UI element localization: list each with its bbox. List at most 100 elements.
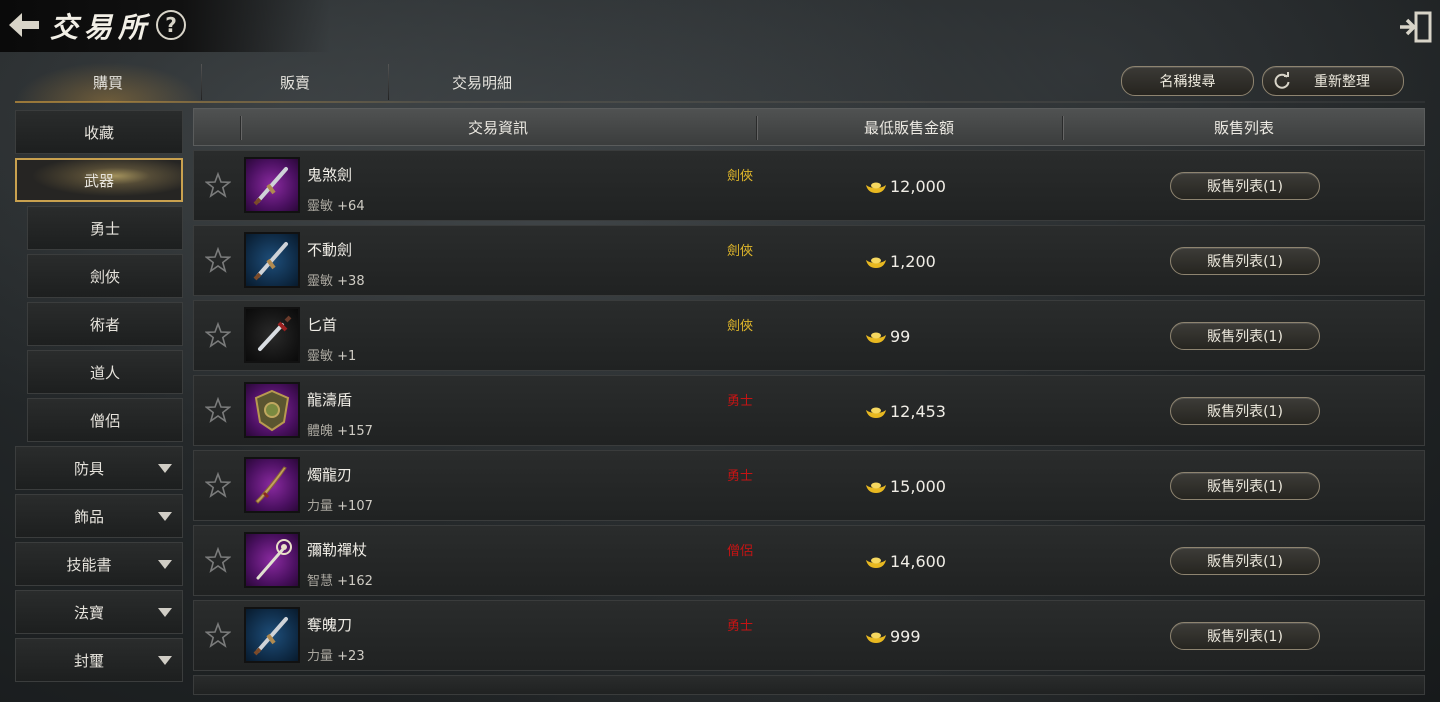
item-stat-label: 靈敏 [307, 349, 334, 364]
header-sale-list: 販售列表 [1213, 118, 1274, 137]
tab-2[interactable]: 交易明細 [389, 62, 575, 102]
refresh-icon [1274, 72, 1290, 89]
table-row[interactable]: 彌勒禪杖 智慧 +162 僧侶 14,600 販售列表(1) [193, 525, 1425, 596]
header-min-price: 最低販售金額 [863, 118, 954, 137]
item-stat-value: +162 [337, 574, 373, 589]
refresh-button[interactable]: 重新整理 [1262, 66, 1404, 96]
back-arrow-icon[interactable] [6, 10, 42, 40]
tab-1[interactable]: 販賣 [202, 62, 388, 102]
sale-list-label: 販售列表(1) [1207, 329, 1283, 345]
min-price-value: 15,000 [890, 477, 946, 496]
sidebar-item-label: 術者 [89, 315, 120, 334]
star-icon[interactable] [205, 472, 231, 498]
sidebar-item-7[interactable]: 防具 [15, 446, 183, 490]
min-price: 999 [864, 627, 921, 646]
item-stat: 力量 +23 [307, 645, 365, 664]
star-icon[interactable] [205, 172, 231, 198]
sale-list-button[interactable]: 販售列表(1) [1170, 472, 1320, 500]
sidebar-item-8[interactable]: 飾品 [15, 494, 183, 538]
star-icon[interactable] [205, 322, 231, 348]
chevron-down-icon[interactable] [158, 656, 172, 665]
sale-list-label: 販售列表(1) [1207, 254, 1283, 270]
sale-list-label: 販售列表(1) [1207, 404, 1283, 420]
min-price: 12,453 [864, 402, 946, 421]
sidebar-item-label: 僧侶 [89, 411, 120, 430]
tab-underline [15, 101, 1425, 103]
sword-icon [253, 242, 288, 281]
chevron-down-icon[interactable] [158, 608, 172, 617]
item-name: 彌勒禪杖 [307, 541, 368, 559]
sale-list-label: 販售列表(1) [1207, 554, 1283, 570]
category-sidebar: 收藏武器 勇士 劍俠術者道人僧侶防具 飾品技能書法寶 封璽 [15, 110, 183, 686]
sale-list-button[interactable]: 販售列表(1) [1170, 397, 1320, 425]
refresh-label: 重新整理 [1314, 74, 1370, 90]
item-thumbnail[interactable] [244, 307, 300, 363]
min-price: 15,000 [864, 477, 946, 496]
chevron-down-icon[interactable] [158, 512, 172, 521]
min-price: 99 [864, 327, 910, 346]
item-thumbnail[interactable] [244, 457, 300, 513]
help-icon[interactable]: ? [156, 10, 186, 40]
table-row[interactable]: 不動劍 靈敏 +38 劍俠 1,200 販售列表(1) [193, 225, 1425, 296]
item-thumbnail[interactable] [244, 382, 300, 438]
sidebar-item-10[interactable]: 法寶 [15, 590, 183, 634]
min-price-value: 1,200 [890, 252, 936, 271]
sidebar-item-label: 技能書 [66, 555, 112, 574]
table-row[interactable]: 鬼煞劍 靈敏 +64 劍俠 12,000 販售列表(1) [193, 150, 1425, 221]
star-icon[interactable] [205, 397, 231, 423]
table-row-partial [193, 675, 1425, 695]
sale-list-button[interactable]: 販售列表(1) [1170, 247, 1320, 275]
item-stat: 體魄 +157 [307, 420, 373, 439]
table-row[interactable]: 燭龍刃 力量 +107 勇士 15,000 販售列表(1) [193, 450, 1425, 521]
item-class: 劍俠 [727, 319, 754, 334]
sidebar-item-6[interactable]: 僧侶 [27, 398, 183, 442]
item-stat-value: +107 [337, 499, 373, 514]
exit-icon[interactable] [1396, 10, 1434, 44]
chevron-down-icon[interactable] [158, 464, 172, 473]
chevron-down-icon[interactable] [158, 560, 172, 569]
sidebar-item-9[interactable]: 技能書 [15, 542, 183, 586]
min-price: 14,600 [864, 552, 946, 571]
sidebar-item-1[interactable]: 武器 [15, 158, 183, 202]
min-price-value: 14,600 [890, 552, 946, 571]
star-icon[interactable] [205, 547, 231, 573]
table-row[interactable]: 奪魄刀 力量 +23 勇士 999 販售列表(1) [193, 600, 1425, 671]
star-icon[interactable] [205, 622, 231, 648]
item-stat-value: +1 [337, 349, 357, 364]
sidebar-item-3[interactable]: 劍俠 [27, 254, 183, 298]
item-stat-value: +157 [337, 424, 373, 439]
item-stat: 力量 +107 [307, 495, 373, 514]
item-name: 燭龍刃 [307, 466, 353, 484]
item-stat: 靈敏 +38 [307, 270, 365, 289]
sidebar-item-0[interactable]: 收藏 [15, 110, 183, 154]
item-thumbnail[interactable] [244, 157, 300, 213]
item-class: 僧侶 [727, 544, 754, 559]
table-rows: 鬼煞劍 靈敏 +64 劍俠 12,000 販售列表(1) 不動劍 靈敏 +38 劍俠 1,200… [193, 150, 1425, 695]
listing-table: 交易資訊 最低販售金額 販售列表 鬼煞劍 靈敏 +64 劍俠 12,000 販售列表(1… [193, 108, 1425, 699]
item-class: 勇士 [727, 619, 754, 634]
sale-list-button[interactable]: 販售列表(1) [1170, 172, 1320, 200]
item-thumbnail[interactable] [244, 607, 300, 663]
sidebar-item-5[interactable]: 道人 [27, 350, 183, 394]
tab-bar: 購買 販賣 交易明細 [15, 62, 575, 102]
sale-list-button[interactable]: 販售列表(1) [1170, 547, 1320, 575]
sale-list-button[interactable]: 販售列表(1) [1170, 622, 1320, 650]
table-row[interactable]: 龍濤盾 體魄 +157 勇士 12,453 販售列表(1) [193, 375, 1425, 446]
sidebar-item-2[interactable]: 勇士 [27, 206, 183, 250]
item-stat-label: 靈敏 [307, 199, 334, 214]
sidebar-item-4[interactable]: 術者 [27, 302, 183, 346]
tab-0[interactable]: 購買 [15, 62, 201, 102]
sidebar-item-11[interactable]: 封璽 [15, 638, 183, 682]
sidebar-item-label: 收藏 [83, 123, 114, 142]
sale-list-button[interactable]: 販售列表(1) [1170, 322, 1320, 350]
gold-ingot-icon [866, 332, 886, 343]
table-row[interactable]: 匕首靈敏 +1 劍俠 99 販售列表(1) [193, 300, 1425, 371]
sale-list-label: 販售列表(1) [1207, 629, 1283, 645]
item-name: 匕首 [307, 316, 338, 334]
name-search-button[interactable]: 名稱搜尋 [1121, 66, 1254, 96]
gold-ingot-icon [866, 182, 886, 193]
star-icon[interactable] [205, 247, 231, 273]
item-thumbnail[interactable] [244, 232, 300, 288]
item-thumbnail[interactable] [244, 532, 300, 588]
gold-ingot-icon [866, 407, 886, 418]
